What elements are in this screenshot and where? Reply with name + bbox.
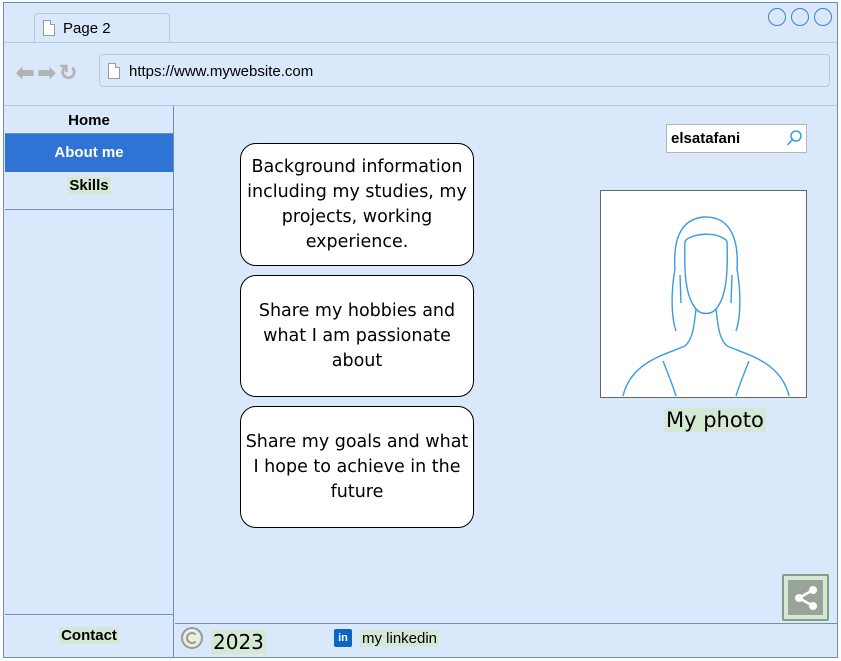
back-arrow-icon[interactable]: ⬅	[16, 62, 34, 84]
hobbies-card: Share my hobbies and what I am passionat…	[240, 275, 474, 397]
close-button[interactable]	[814, 8, 832, 26]
tab-divider	[4, 42, 837, 43]
person-silhouette-icon	[622, 216, 790, 397]
linkedin-link[interactable]: my linkedin	[360, 630, 440, 647]
address-bar[interactable]: https://www.mywebsite.com	[99, 54, 830, 87]
sidebar-footer-divider	[5, 614, 174, 615]
year-text: 2023	[211, 630, 266, 654]
linkedin-label: my linkedin	[360, 630, 440, 647]
search-input[interactable]: elsatafani	[666, 124, 807, 153]
sidebar-item-contact[interactable]: Contact	[5, 627, 173, 644]
tab-title: Page 2	[63, 20, 111, 37]
browser-tab[interactable]: Page 2	[34, 13, 170, 43]
share-button[interactable]	[782, 574, 829, 621]
page-icon	[108, 63, 120, 79]
profile-photo	[600, 190, 807, 398]
background-info-card: Background information including my stud…	[240, 143, 474, 266]
url-text: https://www.mywebsite.com	[129, 63, 314, 80]
linkedin-icon[interactable]: in	[334, 629, 352, 647]
sidebar-item-label: About me	[54, 144, 124, 161]
sidebar: Home About me Skills Contact	[5, 106, 174, 657]
reload-icon[interactable]: ↻	[59, 62, 77, 84]
copyright-year: 2023	[211, 630, 266, 654]
sidebar-item-about-me-label-wrap[interactable]: About me	[5, 144, 173, 161]
photo-label-text: My photo	[664, 408, 766, 432]
browser-window: Page 2 ⬅ ➡ ↻ https://www.mywebsite.com H…	[3, 2, 838, 658]
copyright-icon	[181, 627, 203, 649]
navigation-controls: ⬅ ➡ ↻	[16, 61, 77, 85]
contact-label: Contact	[59, 627, 119, 644]
sidebar-item-label: Skills	[67, 177, 111, 194]
share-icon-bg	[788, 580, 823, 615]
card-text: Share my goals and what I hope to achiev…	[245, 431, 469, 502]
search-value: elsatafani	[671, 130, 741, 147]
sidebar-item-home[interactable]: Home	[5, 112, 173, 129]
forward-arrow-icon[interactable]: ➡	[37, 62, 55, 84]
minimize-button[interactable]	[768, 8, 786, 26]
footer-divider	[175, 623, 838, 624]
sidebar-item-skills[interactable]: Skills	[5, 177, 173, 194]
goals-card: Share my goals and what I hope to achiev…	[240, 406, 474, 528]
sidebar-item-label: Home	[68, 112, 110, 129]
photo-label: My photo	[664, 408, 766, 432]
share-icon	[794, 585, 817, 610]
page-icon	[43, 20, 55, 36]
maximize-button[interactable]	[791, 8, 809, 26]
card-text: Share my hobbies and what I am passionat…	[258, 300, 456, 371]
card-text: Background information including my stud…	[247, 156, 467, 252]
search-icon[interactable]	[786, 130, 802, 152]
sidebar-divider	[5, 209, 173, 210]
